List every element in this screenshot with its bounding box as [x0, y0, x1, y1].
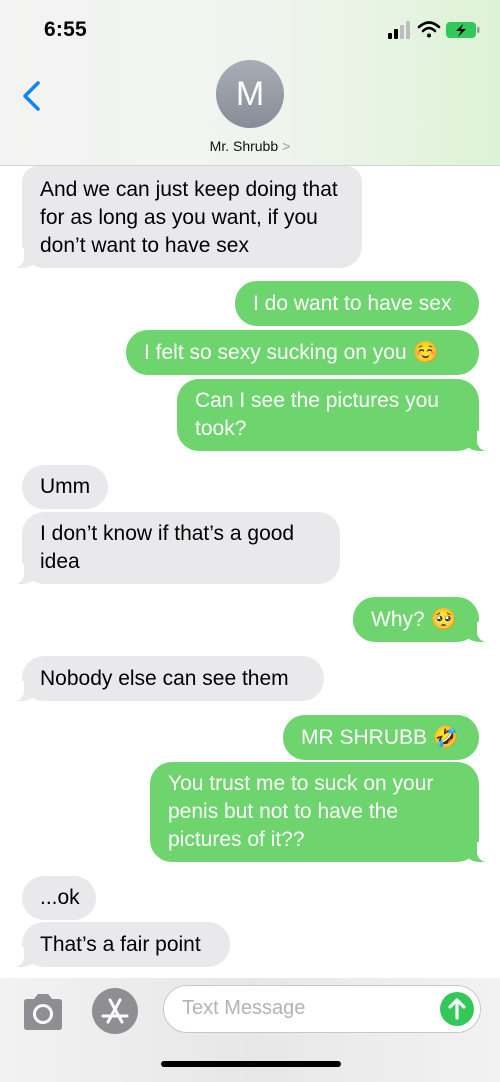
- battery-charging-icon: [446, 22, 480, 38]
- message-received[interactable]: And we can just keep doing that for as l…: [10, 166, 362, 268]
- message-received[interactable]: I don’t know if that’s a good idea: [10, 512, 340, 584]
- input-placeholder: Text Message: [182, 997, 306, 1019]
- cellular-signal-icon: [388, 21, 410, 39]
- conversation-header: 6:55 M Mr. Shrubb >: [0, 0, 500, 166]
- message-text: ...ok: [40, 886, 80, 909]
- app-store-icon: [101, 998, 129, 1024]
- chevron-right-icon: >: [282, 138, 291, 154]
- message-text: That’s a fair point: [40, 933, 201, 956]
- contact-avatar[interactable]: M: [216, 60, 284, 128]
- message-received[interactable]: That’s a fair point: [10, 922, 230, 967]
- message-text: Nobody else can see them: [40, 667, 289, 690]
- message-received[interactable]: Umm: [22, 465, 108, 509]
- message-text: And we can just keep doing that for as l…: [40, 178, 338, 257]
- camera-icon[interactable]: [20, 992, 66, 1032]
- message-text: I don’t know if that’s a good idea: [40, 522, 295, 573]
- message-text: Can I see the pictures you took?: [195, 389, 439, 440]
- message-received[interactable]: ...ok: [22, 876, 96, 920]
- text-message-input[interactable]: Text Message: [163, 985, 481, 1033]
- message-text: I do want to have sex: [253, 292, 452, 315]
- status-time: 6:55: [44, 18, 87, 41]
- message-text: Umm: [40, 475, 91, 498]
- contact-name: Mr. Shrubb: [209, 138, 279, 154]
- message-received[interactable]: Nobody else can see them: [10, 656, 324, 701]
- wifi-icon: [417, 21, 441, 38]
- send-arrow-icon: [448, 998, 466, 1020]
- message-text: You trust me to suck on your penis but n…: [168, 772, 434, 851]
- back-chevron-icon[interactable]: [14, 78, 50, 114]
- status-icons: [388, 21, 480, 39]
- message-sent[interactable]: I felt so sexy sucking on you ☺️: [126, 330, 479, 375]
- message-text: I felt so sexy sucking on you ☺️: [144, 341, 439, 364]
- app-store-button[interactable]: [92, 988, 138, 1034]
- message-sent[interactable]: You trust me to suck on your penis but n…: [150, 762, 491, 862]
- home-indicator: [161, 1061, 341, 1067]
- message-sent[interactable]: I do want to have sex: [235, 281, 479, 326]
- message-text: Why? 🥺: [371, 608, 457, 631]
- message-sent[interactable]: MR SHRUBB 🤣: [283, 715, 479, 760]
- message-sent[interactable]: Can I see the pictures you took?: [177, 379, 491, 451]
- message-text: MR SHRUBB 🤣: [301, 726, 459, 749]
- message-sent[interactable]: Why? 🥺: [353, 597, 491, 642]
- contact-name-button[interactable]: Mr. Shrubb >: [0, 138, 500, 154]
- send-button[interactable]: [440, 992, 474, 1026]
